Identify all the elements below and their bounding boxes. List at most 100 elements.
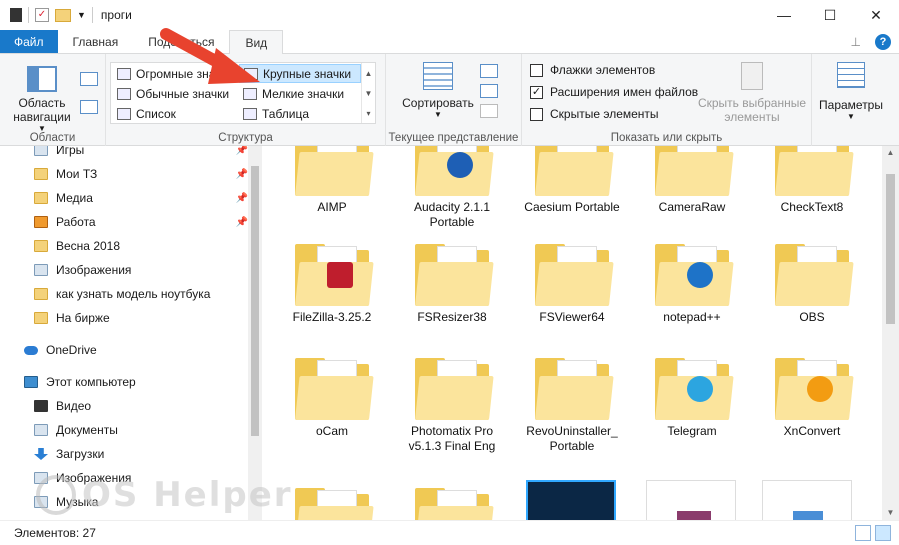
nav-item-videos[interactable]: Видео [34,395,248,417]
pin-ribbon-icon[interactable]: ⊥ [851,35,861,49]
file-item-archive[interactable] [646,480,738,520]
checkbox-label: Скрытые элементы [550,107,659,121]
nav-item-images[interactable]: Изображения [34,259,248,281]
file-extensions-option[interactable]: ✓ Расширения имен файлов [530,85,698,99]
file-item-xnconvert[interactable]: XnConvert [756,358,868,439]
nav-item-documents[interactable]: Документы [34,419,248,441]
details-pane-button[interactable] [80,100,98,114]
onedrive-icon [24,345,38,355]
tab-file[interactable]: Файл [0,30,58,53]
nav-item-downloads[interactable]: Загрузки [34,443,248,465]
file-extensions-checkbox[interactable]: ✓ [530,85,543,99]
file-item-photomatix[interactable]: Photomatix Pro v5.1.3 Final Eng [396,358,508,454]
file-item-folder[interactable] [396,488,508,520]
sort-icon [423,62,453,90]
hide-selected-button[interactable]: Скрыть выбранные элементы [696,62,808,124]
file-item-notepad[interactable]: notepad++ [636,244,748,325]
pin-icon[interactable]: 📌 [236,169,248,180]
nav-item-work[interactable]: Работа 📌 [34,211,248,233]
scrollbar-thumb[interactable] [251,166,259,436]
scroll-down-icon[interactable]: ▼ [365,89,373,98]
properties-icon[interactable]: ✓ [35,8,49,22]
panes-group-label: Области [29,132,76,144]
nav-item-media[interactable]: Медиа 📌 [34,187,248,209]
file-name: FSResizer38 [417,310,487,324]
layout-item-label: Мелкие значки [262,86,345,101]
nav-item-on-exchange[interactable]: На бирже [34,307,248,329]
file-item-checktext8[interactable]: CheckText8 [756,146,868,215]
options-button[interactable]: Параметры ▼ [816,62,886,121]
group-by-button[interactable] [480,64,498,78]
nav-item-onedrive[interactable]: OneDrive [24,339,248,361]
folder-icon [535,244,614,306]
layout-gallery-scroll[interactable]: ▲ ▼ ▾ [361,63,375,123]
file-item-fsviewer[interactable]: FSViewer64 [516,244,628,325]
folder-icon [295,358,374,420]
customize-dropdown-icon[interactable]: ▼ [77,10,86,20]
file-item-audacity[interactable]: Audacity 2.1.1 Portable [396,146,508,230]
file-item-folder[interactable] [276,488,388,520]
nav-item-label: Изображения [56,263,132,277]
file-item-ocam[interactable]: oCam [276,358,388,439]
games-icon [34,146,48,156]
folder-icon [535,146,614,196]
item-checkboxes-option[interactable]: Флажки элементов [530,63,655,77]
file-item-fsresizer[interactable]: FSResizer38 [396,244,508,325]
scroll-up-icon[interactable]: ▲ [882,146,899,160]
nav-item-this-pc[interactable]: Этот компьютер [24,371,248,393]
hidden-items-checkbox[interactable] [530,107,543,121]
add-columns-button[interactable] [480,84,498,98]
nav-item-spring-2018[interactable]: Весна 2018 [34,235,248,257]
file-item-photoshop[interactable] [526,480,618,520]
file-item-obs[interactable]: OBS [756,244,868,325]
file-item-telegram[interactable]: Telegram [636,358,748,439]
file-item-revouninstaller[interactable]: RevoUninstaller_ Portable [516,358,628,454]
window-menu-icon[interactable] [10,8,22,22]
help-icon[interactable]: ? [875,33,891,50]
hidden-items-option[interactable]: Скрытые элементы [530,107,659,121]
pin-icon[interactable]: 📌 [236,217,248,228]
nav-item-label: как узнать модель ноутбука [56,287,211,301]
options-icon [837,62,865,88]
file-item-filezilla[interactable]: FileZilla-3.25.2 [276,244,388,325]
nav-item-games[interactable]: Игры 📌 [34,146,248,161]
file-list-scrollbar[interactable]: ▲ ▼ [882,146,899,520]
file-item-aimp[interactable]: AIMP [276,146,388,215]
navigation-pane-button[interactable]: Область навигации ▼ [10,62,74,133]
size-columns-button[interactable] [480,104,498,118]
new-folder-icon[interactable] [55,8,71,22]
preview-pane-button[interactable] [80,72,98,86]
checkbox-label: Флажки элементов [550,63,656,77]
details-view-button[interactable] [855,525,871,541]
pin-icon[interactable]: 📌 [236,193,248,204]
layout-list[interactable]: Список [113,104,239,123]
folder-icon [34,288,48,300]
installer-icon [762,480,852,520]
scrollbar-thumb[interactable] [886,174,895,324]
scroll-down-icon[interactable]: ▼ [882,506,899,520]
items-count: Элементов: 27 [14,526,96,540]
nav-item-label: Медиа [56,191,93,205]
folder-icon [34,240,48,252]
nav-item-laptop-model[interactable]: как узнать модель ноутбука [34,283,248,305]
file-item-cameraraw[interactable]: CameraRaw [636,146,748,215]
navigation-pane-scrollbar[interactable] [248,146,262,520]
file-item-caesium[interactable]: Caesium Portable [516,146,628,215]
layout-details[interactable]: Таблица [239,104,361,123]
downloads-icon [34,448,48,460]
minimize-button[interactable]: — [761,0,807,30]
file-item-installer[interactable] [762,480,854,520]
pin-icon[interactable]: 📌 [236,146,248,156]
close-button[interactable]: ✕ [853,0,899,30]
tab-home[interactable]: Главная [58,30,134,53]
item-checkboxes-checkbox[interactable] [530,63,543,77]
scroll-up-icon[interactable]: ▲ [365,69,373,78]
maximize-button[interactable]: ☐ [807,0,853,30]
large-icons-view-button[interactable] [875,525,891,541]
sort-by-button[interactable]: Сортировать ▼ [400,62,476,119]
nav-item-my-tz[interactable]: Мои ТЗ 📌 [34,163,248,185]
more-icon[interactable]: ▾ [366,109,370,118]
hide-selected-label: Скрыть выбранные элементы [697,96,807,124]
panes-group: Область навигации ▼ Области [0,54,106,146]
checkbox-label: Расширения имен файлов [550,85,699,99]
